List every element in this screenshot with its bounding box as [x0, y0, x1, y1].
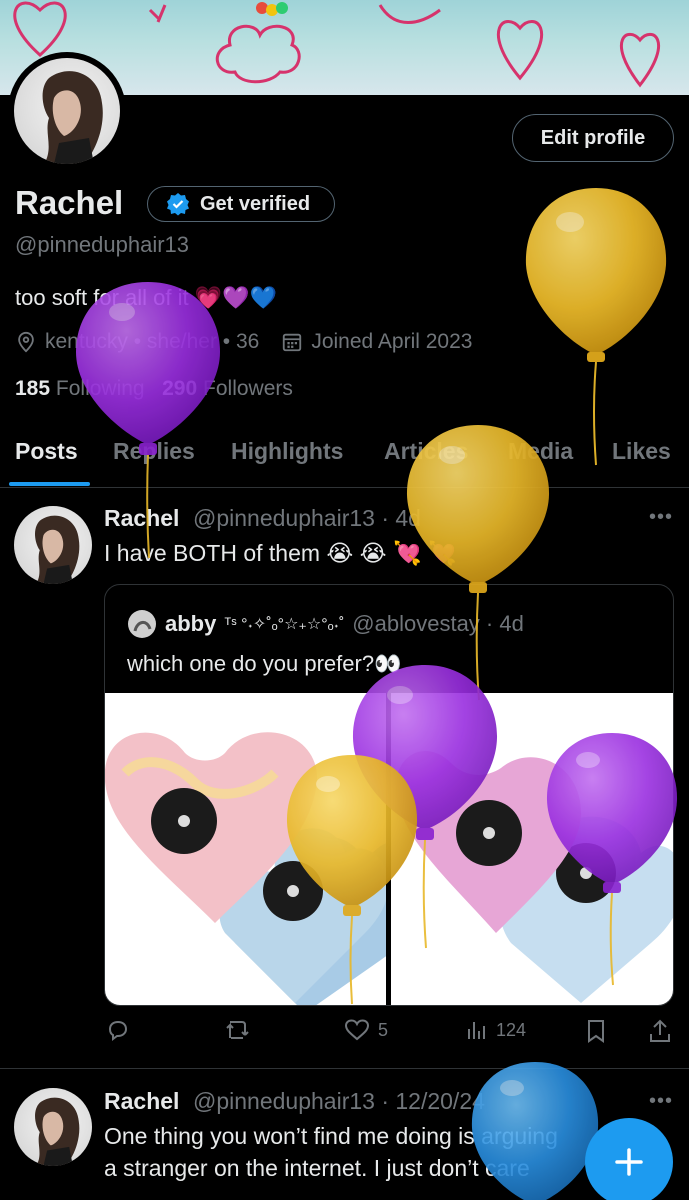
- following-label[interactable]: Following: [56, 377, 145, 400]
- post-more-button[interactable]: •••: [649, 1090, 673, 1113]
- like-icon: [344, 1019, 370, 1041]
- post-author-handle[interactable]: @pinneduphair13 · 4d: [193, 505, 421, 532]
- like-count: 5: [378, 1019, 389, 1040]
- post-avatar[interactable]: [14, 1088, 92, 1166]
- bookmark-icon: [588, 1020, 604, 1043]
- share-button[interactable]: [648, 1018, 672, 1044]
- quote-header: abby ᵀˢ °˖✧˚ₒ°☆₊☆°ₒ˖˚ @ablovestay · 4d: [127, 609, 524, 639]
- follow-stats: 185 Following 290 Followers: [15, 377, 293, 401]
- reply-icon: [108, 1020, 128, 1041]
- tab-posts[interactable]: Posts: [15, 438, 78, 465]
- post-author-handle[interactable]: @pinneduphair13 · 12/20/24: [193, 1088, 485, 1115]
- profile-name: Rachel: [15, 184, 124, 221]
- repost-button[interactable]: [224, 1018, 260, 1042]
- quote-author-name: abby: [165, 611, 217, 636]
- followers-label[interactable]: Followers: [203, 377, 293, 400]
- followers-count[interactable]: 290: [162, 377, 197, 400]
- quoted-post[interactable]: abby ᵀˢ °˖✧˚ₒ°☆₊☆°ₒ˖˚ @ablovestay · 4d w…: [104, 584, 674, 1006]
- post-author-name[interactable]: Rachel: [104, 1088, 179, 1115]
- heart-vinyl-image: [395, 751, 673, 1003]
- calendar-icon: [283, 333, 302, 352]
- profile-bio: too soft for all of it 💗💜💙: [15, 285, 277, 310]
- quote-author-handle: @ablovestay · 4d: [352, 611, 524, 636]
- avatar-portrait: [35, 515, 80, 584]
- location-text: kentucky • she/her • 36: [45, 330, 260, 353]
- avatar-portrait: [42, 71, 103, 164]
- heart-vinyl-image: [105, 732, 386, 1005]
- quote-author-decor: ᵀˢ °˖✧˚ₒ°☆₊☆°ₒ˖˚: [224, 616, 345, 633]
- location-icon: [18, 331, 34, 353]
- post-text: I have BOTH of them 😭 😭 💘 💘: [104, 540, 457, 566]
- post-divider: [0, 1068, 689, 1069]
- views-icon: [468, 1022, 485, 1039]
- quote-image-1[interactable]: [105, 693, 386, 1005]
- plus-icon: [615, 1148, 643, 1176]
- like-button[interactable]: 5: [344, 1018, 388, 1042]
- bookmark-button[interactable]: [584, 1018, 608, 1044]
- repost-icon: [226, 1021, 249, 1039]
- edit-profile-button[interactable]: Edit profile: [512, 114, 674, 162]
- tab-media[interactable]: Media: [508, 438, 573, 465]
- tab-replies[interactable]: Replies: [113, 438, 195, 465]
- following-count[interactable]: 185: [15, 377, 50, 400]
- balloon-yellow: [525, 188, 667, 466]
- profile-meta: kentucky • she/her • 36 Joined April 202…: [15, 330, 472, 354]
- tab-highlights[interactable]: Highlights: [231, 438, 343, 465]
- views-button[interactable]: 124: [466, 1018, 526, 1042]
- profile-avatar[interactable]: [8, 52, 126, 170]
- profile-handle: @pinneduphair13: [15, 232, 190, 257]
- post-text-line-2: a stranger on the internet. I just don’t…: [104, 1155, 530, 1181]
- post-text-line-1: One thing you won’t find me doing is arg…: [104, 1123, 558, 1149]
- get-verified-button[interactable]: Get verified: [147, 186, 335, 222]
- profile-tabs: Posts Replies Highlights Articles Media …: [0, 426, 689, 488]
- compose-post-button[interactable]: [585, 1118, 673, 1200]
- tab-likes[interactable]: Likes: [612, 438, 671, 465]
- joined-text: Joined April 2023: [311, 330, 473, 353]
- post-author-name[interactable]: Rachel: [104, 505, 179, 532]
- views-count: 124: [496, 1019, 527, 1040]
- reply-button[interactable]: [106, 1018, 138, 1042]
- avatar-portrait: [35, 1097, 80, 1166]
- post-actions: 5 124: [104, 1018, 674, 1052]
- share-icon: [650, 1019, 670, 1042]
- tab-articles[interactable]: Articles: [384, 438, 468, 465]
- post-more-button[interactable]: •••: [649, 506, 673, 529]
- post-avatar[interactable]: [14, 506, 92, 584]
- active-tab-indicator: [9, 482, 90, 486]
- quote-image-2[interactable]: [391, 693, 673, 1005]
- quote-text: which one do you prefer?👀: [127, 651, 402, 676]
- quote-avatar[interactable]: [127, 609, 157, 639]
- verified-badge-icon: [167, 193, 189, 216]
- get-verified-label: Get verified: [200, 192, 311, 215]
